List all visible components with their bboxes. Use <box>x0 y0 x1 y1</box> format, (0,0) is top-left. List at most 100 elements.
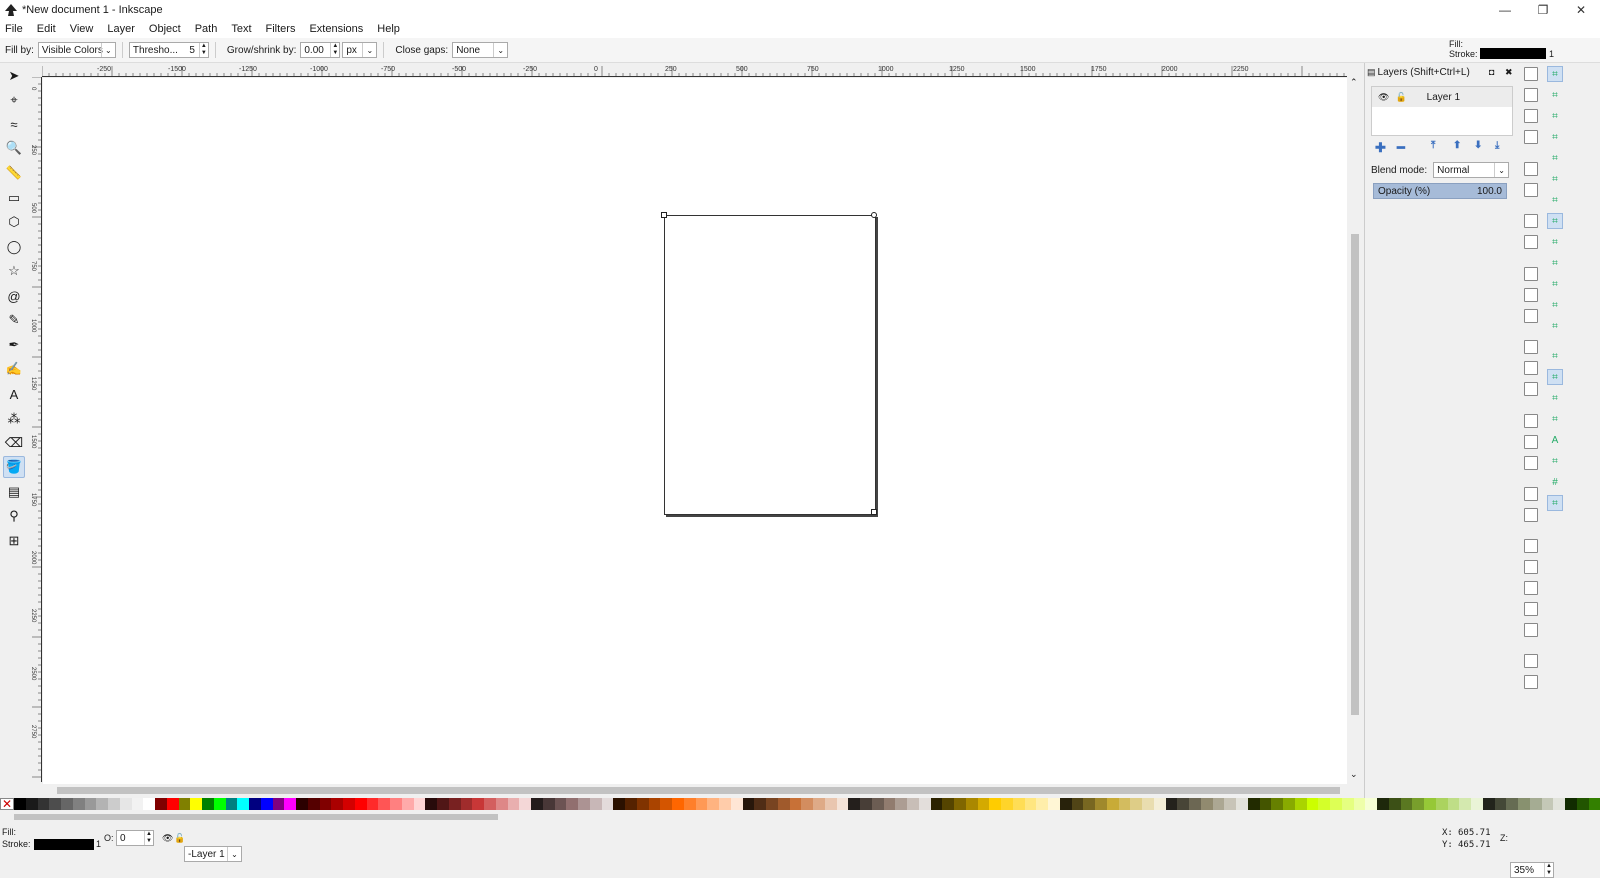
measure-tool[interactable]: 📏 <box>3 162 25 184</box>
horizontal-scrollbar[interactable] <box>43 784 1353 797</box>
pen-tool[interactable]: ✒ <box>3 334 25 356</box>
palette-swatch[interactable] <box>273 798 285 810</box>
menu-layer[interactable]: Layer <box>107 23 135 35</box>
palette-swatch[interactable] <box>378 798 390 810</box>
palette-swatch[interactable] <box>437 798 449 810</box>
palette-swatch[interactable] <box>414 798 426 810</box>
palette-swatch[interactable] <box>108 798 120 810</box>
snap-toggle-icon[interactable]: ⌗ <box>1547 234 1563 250</box>
palette-swatch[interactable] <box>1377 798 1389 810</box>
no-paint-swatch[interactable]: ✕ <box>0 798 14 810</box>
zoom-tool[interactable]: 🔍 <box>3 137 25 159</box>
palette-swatch[interactable] <box>649 798 661 810</box>
group-icon[interactable] <box>1524 487 1538 501</box>
rectangle-tool[interactable]: ▭ <box>3 187 25 209</box>
spiral-tool[interactable]: @ <box>3 285 25 307</box>
palette-swatch[interactable] <box>1025 798 1037 810</box>
palette-swatch[interactable] <box>190 798 202 810</box>
palette-swatch[interactable] <box>26 798 38 810</box>
palette-swatch[interactable] <box>895 798 907 810</box>
palette-swatch[interactable] <box>989 798 1001 810</box>
palette-swatch[interactable] <box>1401 798 1413 810</box>
palette-swatch[interactable] <box>1224 798 1236 810</box>
palette-swatch[interactable] <box>519 798 531 810</box>
palette-swatch[interactable] <box>978 798 990 810</box>
scroll-up-icon[interactable]: ⌃ <box>1350 77 1358 88</box>
palette-swatch[interactable] <box>120 798 132 810</box>
scroll-thumb[interactable] <box>57 787 1340 794</box>
fill-by-select[interactable]: Visible Colors ⌄ <box>38 42 116 58</box>
minimize-button[interactable]: — <box>1486 0 1524 19</box>
palette-swatch[interactable] <box>1001 798 1013 810</box>
palette-swatch[interactable] <box>249 798 261 810</box>
palette-swatch[interactable] <box>1365 798 1377 810</box>
palette-swatch[interactable] <box>801 798 813 810</box>
add-layer-icon[interactable]: ✚ <box>1375 140 1386 156</box>
palette-swatch[interactable] <box>613 798 625 810</box>
palette-swatch[interactable] <box>1471 798 1483 810</box>
text-font-icon[interactable] <box>1524 560 1538 574</box>
palette-swatch[interactable] <box>1048 798 1060 810</box>
menu-path[interactable]: Path <box>195 23 218 35</box>
selection-handle[interactable] <box>871 509 877 515</box>
cut-icon[interactable] <box>1524 288 1538 302</box>
palette-swatch[interactable] <box>508 798 520 810</box>
snap-toggle-icon[interactable]: ⌗ <box>1547 66 1563 82</box>
text-tool[interactable]: A <box>3 383 25 405</box>
palette-swatch[interactable] <box>1506 798 1518 810</box>
layer-row[interactable]: 👁 🔓 Layer 1 <box>1372 87 1512 107</box>
palette-swatch[interactable] <box>1072 798 1084 810</box>
layers-icon[interactable] <box>1524 581 1538 595</box>
palette-swatch[interactable] <box>261 798 273 810</box>
palette-swatch[interactable] <box>602 798 614 810</box>
palette-swatch[interactable] <box>214 798 226 810</box>
zoom-page-icon[interactable] <box>1524 382 1538 396</box>
paste-icon[interactable] <box>1524 309 1538 323</box>
palette-swatch[interactable] <box>1213 798 1225 810</box>
snap-toggle-icon[interactable]: ⌗ <box>1547 276 1563 292</box>
palette-swatch[interactable] <box>284 798 296 810</box>
palette-swatch[interactable] <box>96 798 108 810</box>
palette-swatch[interactable] <box>1318 798 1330 810</box>
snap-toggle-icon[interactable]: ⌗ <box>1547 255 1563 271</box>
dock-close-icon[interactable]: ✖ <box>1505 67 1513 78</box>
current-layer-select[interactable]: -Layer 1 ⌄ <box>184 846 242 862</box>
palette-swatch[interactable] <box>1295 798 1307 810</box>
palette-swatch[interactable] <box>1424 798 1436 810</box>
palette-swatch[interactable] <box>167 798 179 810</box>
menu-edit[interactable]: Edit <box>37 23 56 35</box>
snap-toggle-icon[interactable]: ⌗ <box>1547 213 1563 229</box>
snap-toggle-icon[interactable]: ⌗ <box>1547 411 1563 427</box>
palette-swatch[interactable] <box>1495 798 1507 810</box>
spin-arrows-icon[interactable]: ▲▼ <box>1544 863 1553 877</box>
selector-tool[interactable]: ➤ <box>3 65 25 87</box>
lower-to-bottom-icon[interactable]: ⤓ <box>1495 140 1499 151</box>
palette-swatch[interactable] <box>907 798 919 810</box>
remove-layer-icon[interactable]: ━ <box>1397 140 1405 156</box>
menu-view[interactable]: View <box>70 23 94 35</box>
menu-help[interactable]: Help <box>377 23 400 35</box>
palette-swatch[interactable] <box>578 798 590 810</box>
palette-swatch[interactable] <box>1119 798 1131 810</box>
duplicate-icon[interactable] <box>1524 414 1538 428</box>
snap-toggle-icon[interactable]: ⌗ <box>1547 150 1563 166</box>
palette-swatch[interactable] <box>1553 798 1565 810</box>
close-button[interactable]: ✕ <box>1562 0 1600 19</box>
pencil-tool[interactable]: ✎ <box>3 309 25 331</box>
palette-swatch[interactable] <box>38 798 50 810</box>
palette-swatch[interactable] <box>672 798 684 810</box>
palette-swatch[interactable] <box>1448 798 1460 810</box>
snap-toggle-icon[interactable]: ⌗ <box>1547 192 1563 208</box>
palette-swatch[interactable] <box>848 798 860 810</box>
spin-arrows-icon[interactable]: ▲▼ <box>199 43 208 57</box>
lock-icon[interactable]: 🔓 <box>1395 92 1406 103</box>
palette-swatch[interactable] <box>1189 798 1201 810</box>
ellipse-tool[interactable]: ◯ <box>3 236 25 258</box>
palette-swatch[interactable] <box>1565 798 1577 810</box>
document-properties-icon[interactable] <box>1524 654 1538 668</box>
calligraphy-tool[interactable]: ✍ <box>3 358 25 380</box>
palette-swatch[interactable] <box>1354 798 1366 810</box>
zoom-drawing-icon[interactable] <box>1524 361 1538 375</box>
connector-tool[interactable]: ⊞ <box>3 530 25 552</box>
palette-swatch[interactable] <box>837 798 849 810</box>
